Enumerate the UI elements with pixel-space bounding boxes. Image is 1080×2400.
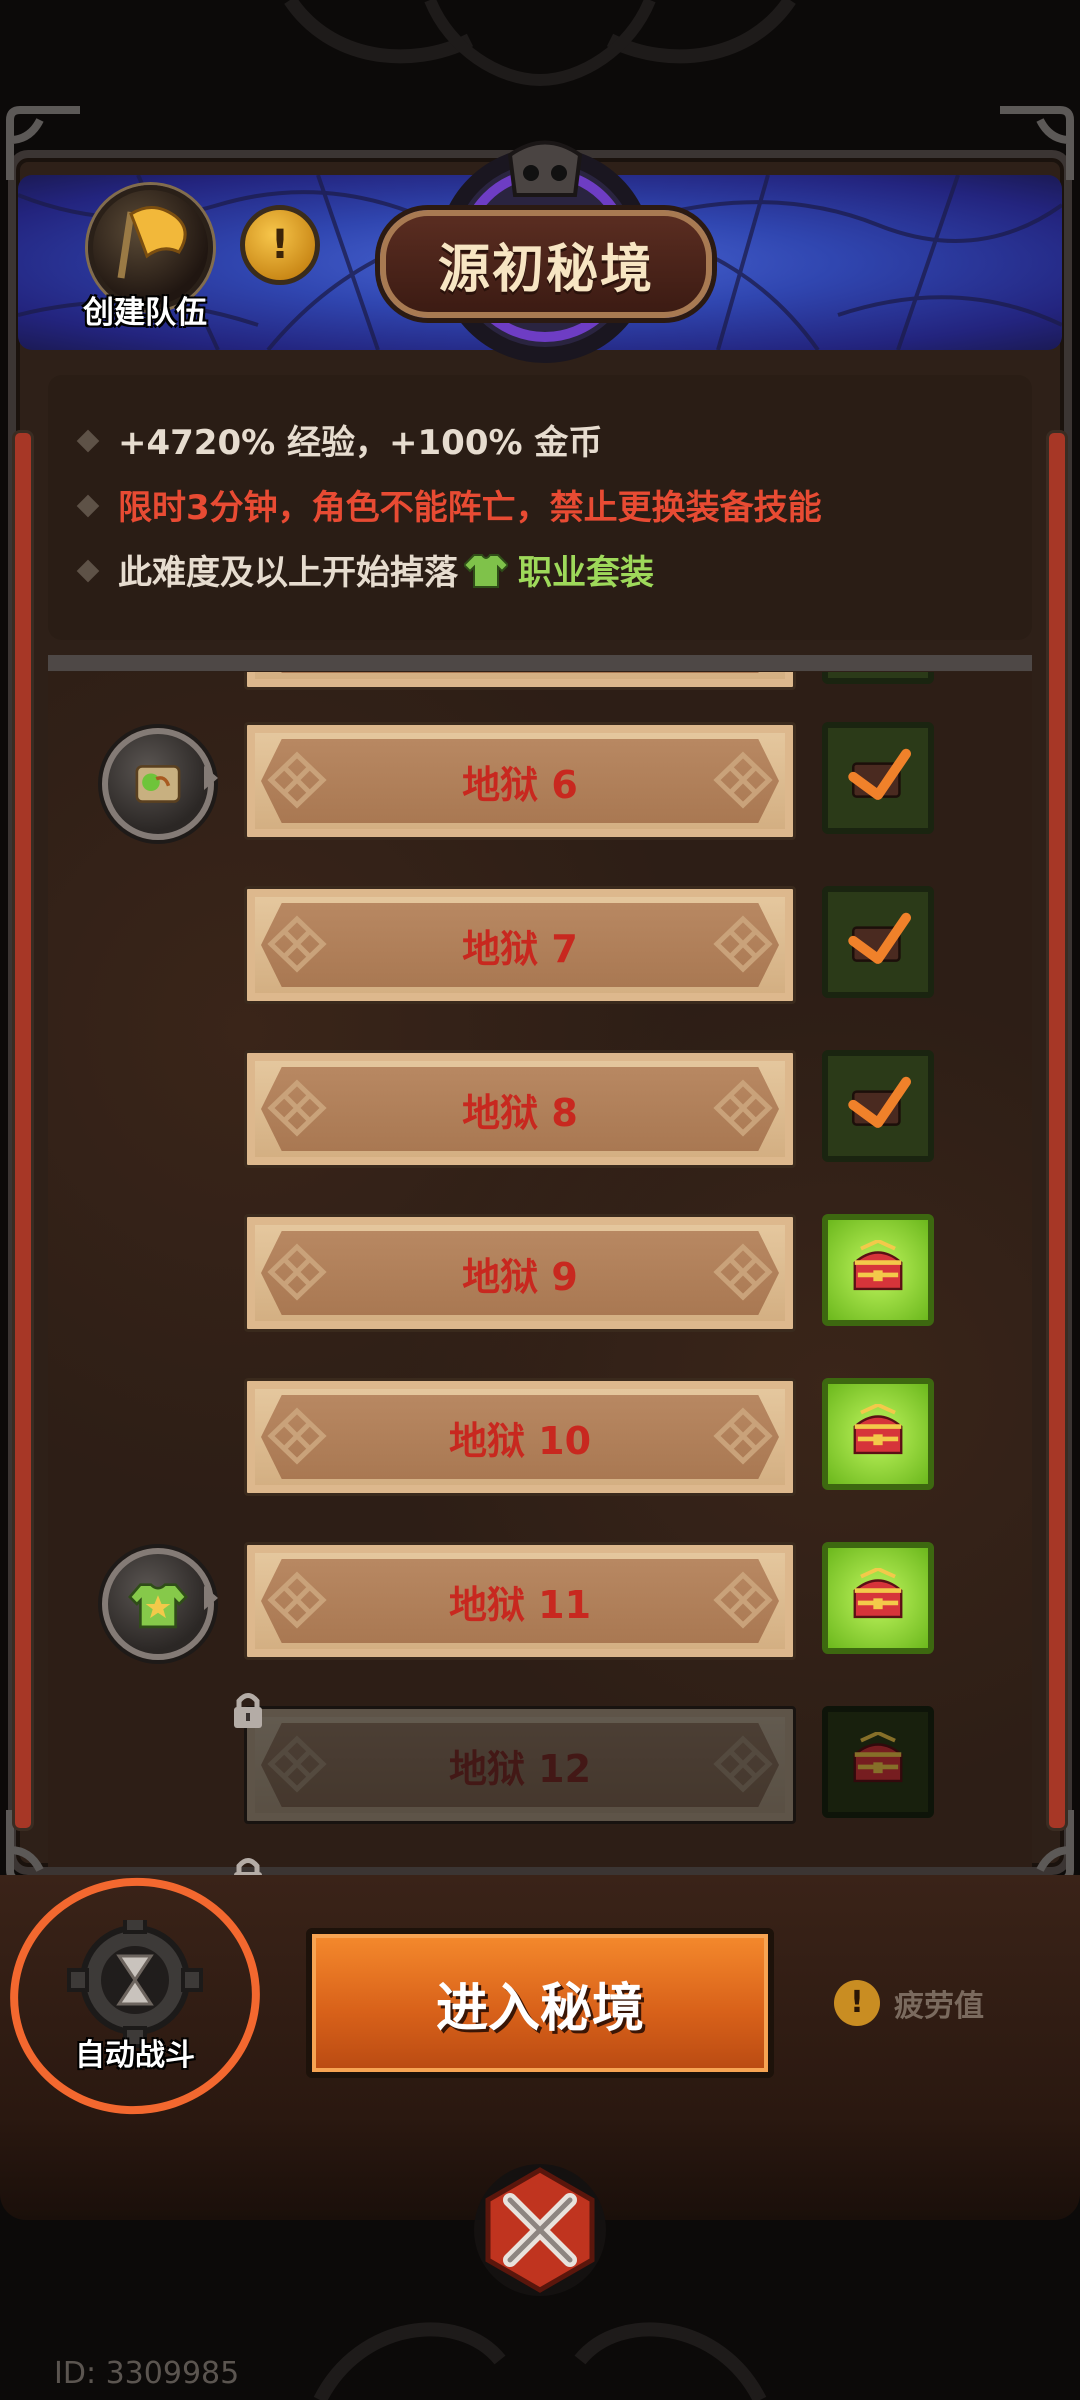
checkmark-chest-icon [845,1075,911,1137]
fatigue-label: 疲劳值 [894,1989,984,2024]
reward-chest[interactable] [822,1378,934,1490]
level-row[interactable]: 地狱 7 [48,886,1032,1006]
level-plate[interactable]: 地狱 11 [244,1542,796,1660]
drop-text: 此难度及以上开始掉落 [118,553,458,593]
level-label: 地狱 7 [462,926,578,971]
treasure-chest-icon [847,1566,909,1628]
treasure-chest-icon [847,1402,909,1464]
scroll-icon [135,765,181,803]
create-team-label: 创建队伍 [83,295,207,331]
level-row: 地狱 12 [48,1706,1032,1826]
level-row[interactable]: 地狱 10 [48,1378,1032,1498]
bullet-icon [76,494,100,517]
level-label: 地狱 10 [448,1418,592,1463]
info-line-drop: 此难度及以上开始掉落 职业套装 [76,545,654,594]
rewards-text: +4720% 经验，+100% 金币 [118,423,603,463]
level-plate[interactable]: 地狱 9 [244,1214,796,1332]
level-row[interactable]: 地狱 9 [48,1214,1032,1334]
class-set-armor-icon [464,553,508,588]
level-plate[interactable]: 地狱 7 [244,886,796,1004]
level-plate[interactable]: 地狱 8 [244,1050,796,1168]
level-label: 地狱 11 [448,1582,592,1627]
reward-chest[interactable] [822,1214,934,1326]
treasure-chest-icon [847,1238,909,1300]
title-plate: 源初秘境 [380,210,712,318]
fatigue-indicator[interactable]: ! 疲劳值 [834,1978,984,2028]
lock-icon [230,1855,266,1875]
checkmark-chest-icon [845,747,911,809]
level-row[interactable]: 地狱 8 [48,1050,1032,1170]
level-plate-partial [244,672,796,690]
reward-claimed-chest [822,722,934,834]
level-label: 地狱 8 [462,1090,578,1135]
level-row[interactable]: 地狱 11 [48,1542,1032,1662]
scroll-medal[interactable] [102,728,214,840]
level-label: 地狱 9 [462,1254,578,1299]
medal-pointer [204,1586,218,1610]
fatigue-info-icon: ! [834,1980,880,2026]
armor-medal[interactable] [102,1548,214,1660]
level-plate: 地狱 12 [244,1706,796,1824]
divider-rail [48,655,1032,671]
info-line-rewards: +4720% 经验，+100% 金币 [76,415,603,464]
medal-pointer [204,766,218,790]
rules-text: 限时3分钟，角色不能阵亡，禁止更换装备技能 [118,488,822,528]
reward-chest [822,1706,934,1818]
level-row[interactable]: 地狱 6 [48,722,1032,842]
armor-star-icon [128,1583,188,1629]
info-button[interactable]: ! [240,205,320,285]
reward-chest[interactable] [822,1542,934,1654]
left-side-bar [12,430,34,1831]
bullet-icon [76,429,100,452]
player-id: ID: 3309985 [54,2356,240,2391]
top-ornament [284,0,796,87]
right-side-bar [1046,430,1068,1831]
level-plate[interactable]: 地狱 6 [244,722,796,840]
info-line-rules: 限时3分钟，角色不能阵亡，禁止更换装备技能 [76,480,822,529]
reward-chest-partial [822,672,934,684]
reward-claimed-chest [822,886,934,998]
reward-claimed-chest [822,1050,934,1162]
checkmark-chest-icon [845,911,911,973]
enter-realm-button[interactable]: 进入秘境 [306,1928,774,2078]
class-set-text: 职业套装 [518,553,654,593]
level-plate[interactable]: 地狱 10 [244,1378,796,1496]
level-label: 地狱 6 [462,762,578,807]
lock-icon [230,1690,266,1730]
page-title: 源初秘境 [437,239,654,300]
treasure-chest-icon [847,1730,909,1792]
create-team-button[interactable]: 创建队伍 [60,185,230,335]
level-label: 地狱 12 [448,1746,592,1791]
close-button[interactable] [470,2150,610,2300]
bullet-icon [76,559,100,582]
